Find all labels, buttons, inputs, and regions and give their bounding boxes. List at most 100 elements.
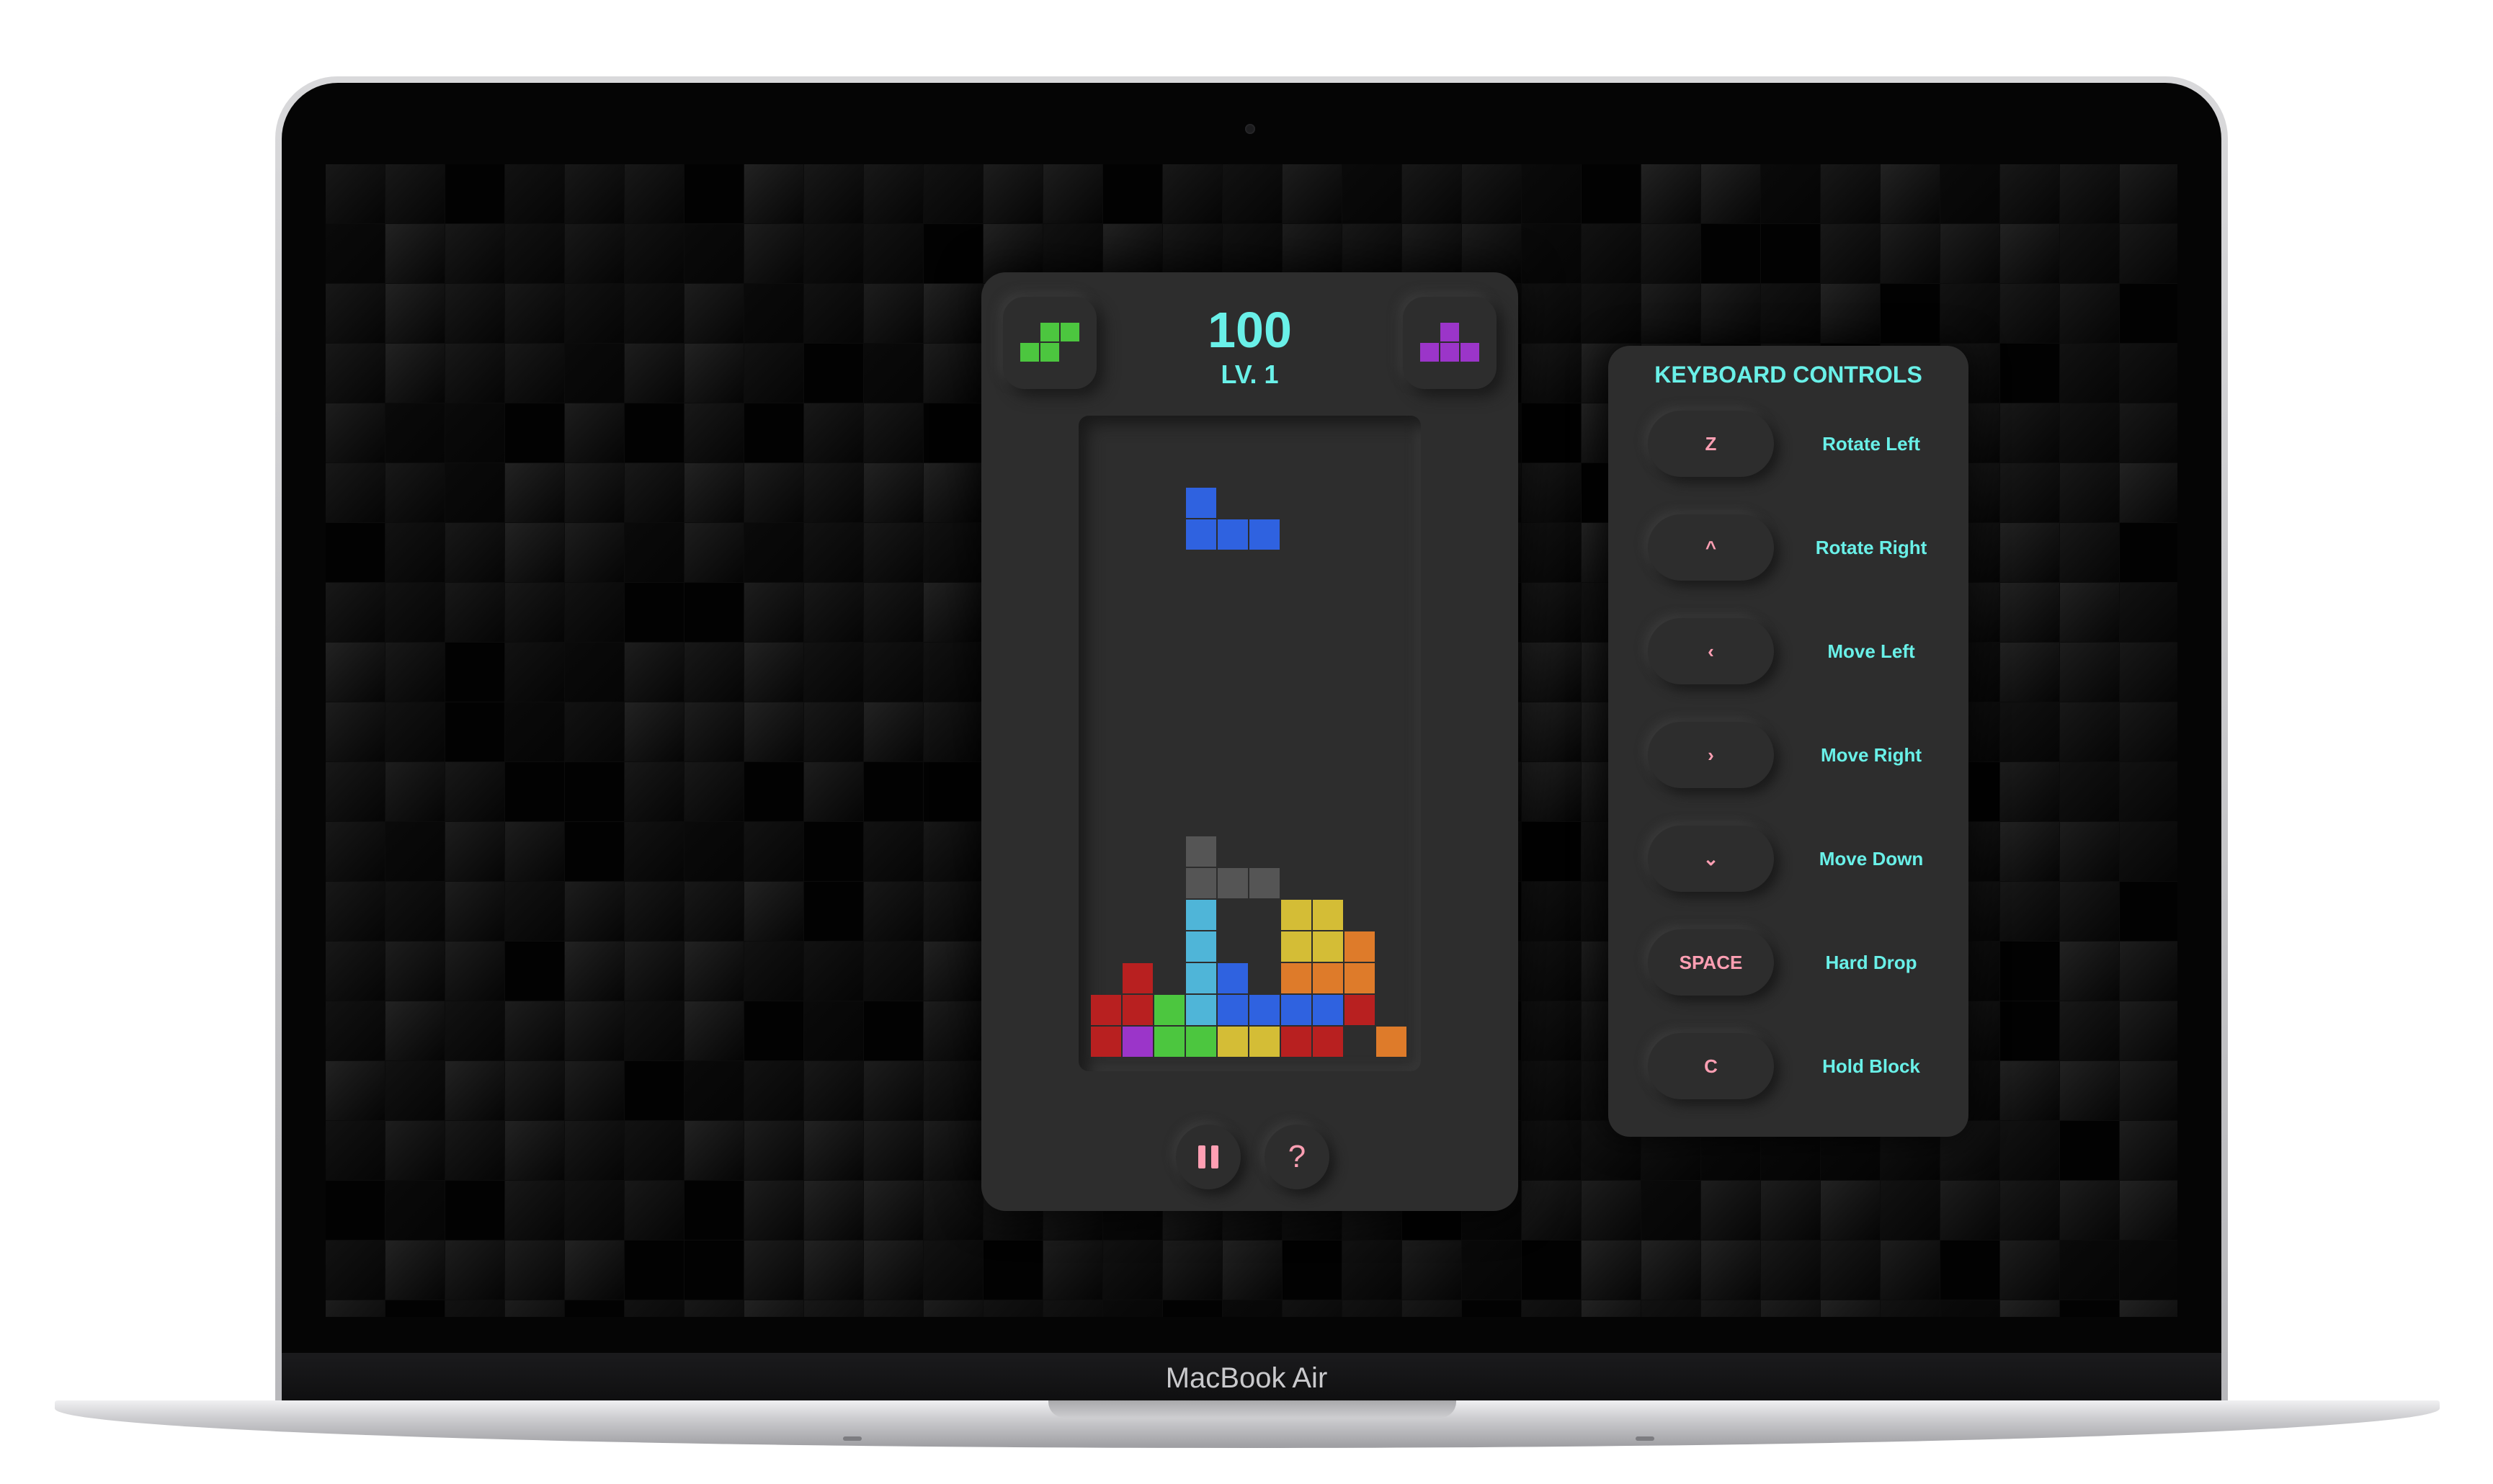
falling-piece-cell (1186, 488, 1216, 518)
background-tile (924, 224, 983, 283)
board-cell (1218, 995, 1248, 1025)
background-tile (385, 942, 445, 1001)
background-tile (505, 643, 564, 702)
background-tile (864, 1181, 923, 1240)
background-tile (1582, 164, 1641, 223)
background-tile (445, 702, 504, 761)
background-tile (2000, 1061, 2059, 1120)
board-cell (1186, 931, 1216, 962)
background-tile (326, 643, 385, 702)
background-tile (625, 523, 684, 582)
key-cap[interactable]: ‹ (1648, 618, 1774, 684)
board-cell (1313, 1027, 1343, 1057)
background-tile (1701, 1300, 1760, 1317)
background-tile (2000, 882, 2059, 941)
background-tile (1881, 1181, 1940, 1240)
background-tile (684, 1300, 744, 1317)
background-tile (1522, 344, 1581, 403)
background-tile (326, 1061, 385, 1120)
background-tile (625, 224, 684, 283)
background-tile (2000, 403, 2059, 462)
background-tile (1881, 1241, 1940, 1300)
background-tile (326, 164, 385, 223)
background-tile (2000, 1181, 2059, 1240)
background-tile (1701, 1181, 1760, 1240)
background-tile (924, 284, 983, 343)
laptop-foot (843, 1436, 862, 1441)
key-cap[interactable]: › (1648, 722, 1774, 788)
background-tile (2060, 463, 2119, 522)
background-tile (326, 1181, 385, 1240)
background-tile (2060, 762, 2119, 821)
background-tile (505, 1061, 564, 1120)
background-tile (684, 583, 744, 642)
background-tile (565, 1061, 624, 1120)
background-tile (864, 942, 923, 1001)
background-tile (1522, 1121, 1581, 1180)
background-tile (984, 1241, 1043, 1300)
background-tile (385, 224, 445, 283)
background-tile (1522, 882, 1581, 941)
background-tile (684, 882, 744, 941)
key-cap[interactable]: Z (1648, 411, 1774, 477)
background-tile (326, 284, 385, 343)
background-tile (2060, 1121, 2119, 1180)
background-tile (326, 224, 385, 283)
background-tile (445, 523, 504, 582)
background-tile (565, 403, 624, 462)
key-cap[interactable]: ⌄ (1648, 826, 1774, 892)
background-tile (1761, 284, 1820, 343)
background-tile (2000, 1300, 2059, 1317)
background-tile (864, 822, 923, 881)
background-tile (505, 523, 564, 582)
board-cell (1281, 1027, 1311, 1057)
background-tile (2060, 643, 2119, 702)
background-tile (2120, 1001, 2177, 1060)
background-tile (864, 224, 923, 283)
background-tile (924, 164, 983, 223)
background-tile (445, 942, 504, 1001)
background-tile (1881, 224, 1940, 283)
background-tile (1283, 164, 1342, 223)
background-tile (744, 224, 803, 283)
key-action-label: Rotate Right (1815, 536, 1927, 558)
board-cell (1186, 995, 1216, 1025)
background-tile (625, 1181, 684, 1240)
background-tile (445, 882, 504, 941)
background-tile (804, 1241, 863, 1300)
help-button[interactable]: ? (1265, 1125, 1329, 1189)
board-cell (1154, 995, 1185, 1025)
background-tile (565, 1001, 624, 1060)
background-tile (326, 1241, 385, 1300)
background-tile (1582, 224, 1641, 283)
keyboard-control-row: ^ Rotate Right (1608, 514, 1968, 584)
board-cell (1123, 995, 1153, 1025)
background-tile (924, 1061, 983, 1120)
background-tile (864, 1001, 923, 1060)
background-tile (1522, 762, 1581, 821)
background-tile (625, 403, 684, 462)
background-tile (924, 1241, 983, 1300)
background-tile (1342, 1300, 1401, 1317)
background-tile (385, 1300, 445, 1317)
key-cap[interactable]: C (1648, 1033, 1774, 1099)
key-cap[interactable]: SPACE (1648, 929, 1774, 996)
board-cell (1281, 963, 1311, 993)
background-tile (1522, 1300, 1581, 1317)
game-board[interactable] (1079, 416, 1421, 1071)
background-tile (864, 1121, 923, 1180)
pause-button[interactable] (1176, 1125, 1241, 1189)
background-tile (1462, 1241, 1521, 1300)
background-tile (2120, 463, 2177, 522)
background-tile (2120, 284, 2177, 343)
background-tile (505, 403, 564, 462)
key-cap[interactable]: ^ (1648, 514, 1774, 581)
keyboard-control-row: ⌄ Move Down (1608, 826, 1968, 895)
background-tile (744, 583, 803, 642)
background-tile (326, 463, 385, 522)
background-tile (2060, 284, 2119, 343)
background-tile (804, 284, 863, 343)
background-tile (625, 164, 684, 223)
background-tile (625, 1300, 684, 1317)
keyboard-controls-panel: KEYBOARD CONTROLS Z Rotate Left ^ Rotate Ri… (1608, 346, 1968, 1137)
